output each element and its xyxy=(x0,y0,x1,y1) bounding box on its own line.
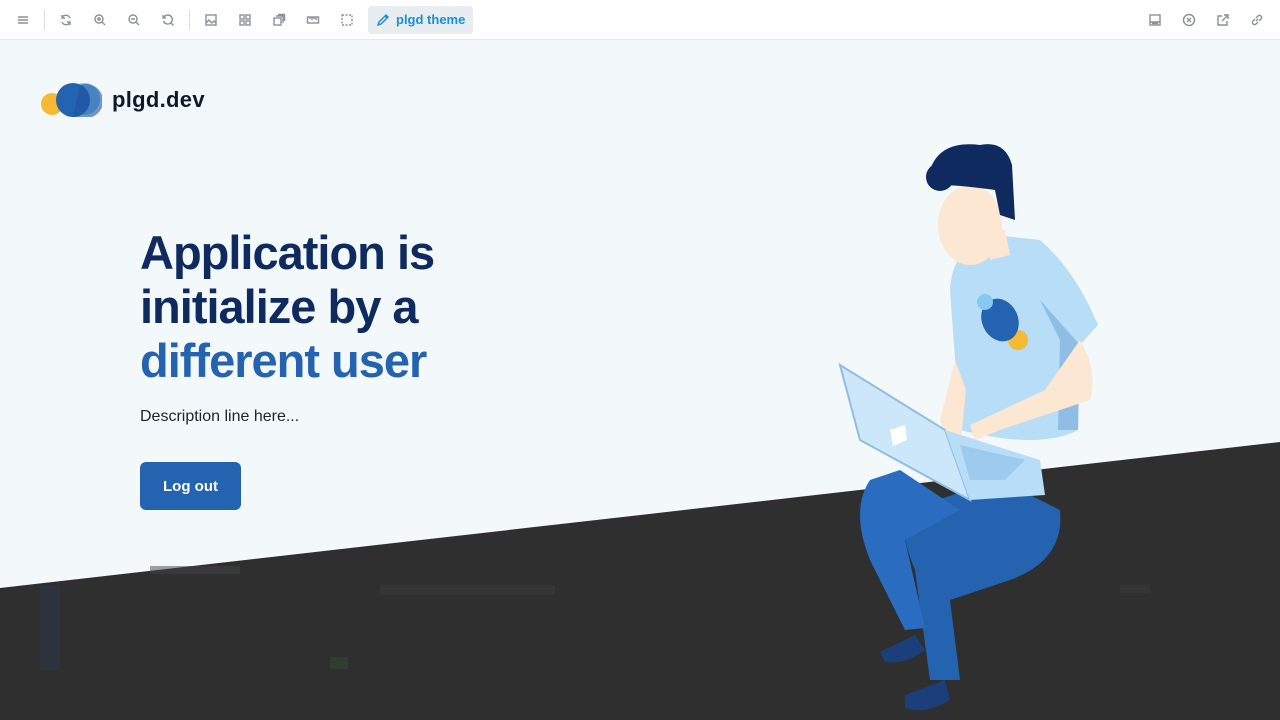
title-line-1: Application is xyxy=(140,226,435,279)
description: Description line here... xyxy=(140,408,300,425)
refresh-icon[interactable] xyxy=(49,5,83,35)
brand-logo: plgd.dev xyxy=(40,80,205,120)
image-icon[interactable] xyxy=(194,5,228,35)
grid-icon[interactable] xyxy=(228,5,262,35)
close-circle-icon[interactable] xyxy=(1172,5,1206,35)
zoom-reset-icon[interactable] xyxy=(151,5,185,35)
logout-button[interactable]: Log out xyxy=(140,462,241,510)
layers-icon[interactable] xyxy=(262,5,296,35)
ruler-icon[interactable] xyxy=(296,5,330,35)
cloud-logo-icon xyxy=(41,83,102,117)
toolbar: plgd theme xyxy=(0,0,1280,40)
title-accent: different user xyxy=(140,334,427,387)
title-line-2: initialize by a xyxy=(140,280,419,333)
theme-button[interactable]: plgd theme xyxy=(368,5,474,34)
panel-icon[interactable] xyxy=(1138,5,1172,35)
hero-section: Application is initialize by a different… xyxy=(140,226,560,510)
zoom-out-icon[interactable] xyxy=(117,5,151,35)
external-link-icon[interactable] xyxy=(1206,5,1240,35)
link-icon[interactable] xyxy=(1240,5,1274,35)
zoom-in-icon[interactable] xyxy=(83,5,117,35)
login-stage: plgd.dev Application is initialize by a … xyxy=(0,40,1280,720)
brand-name: plgd.dev xyxy=(112,87,205,112)
toolbar-divider xyxy=(189,9,190,30)
pencil-icon xyxy=(376,13,390,26)
menu-icon[interactable] xyxy=(6,5,40,35)
selection-icon[interactable] xyxy=(330,5,364,35)
person-with-laptop-illustration xyxy=(838,144,1098,711)
toolbar-divider xyxy=(44,9,45,30)
page-title: Application is initialize by a different… xyxy=(140,226,560,388)
theme-button-label: plgd theme xyxy=(396,12,466,27)
